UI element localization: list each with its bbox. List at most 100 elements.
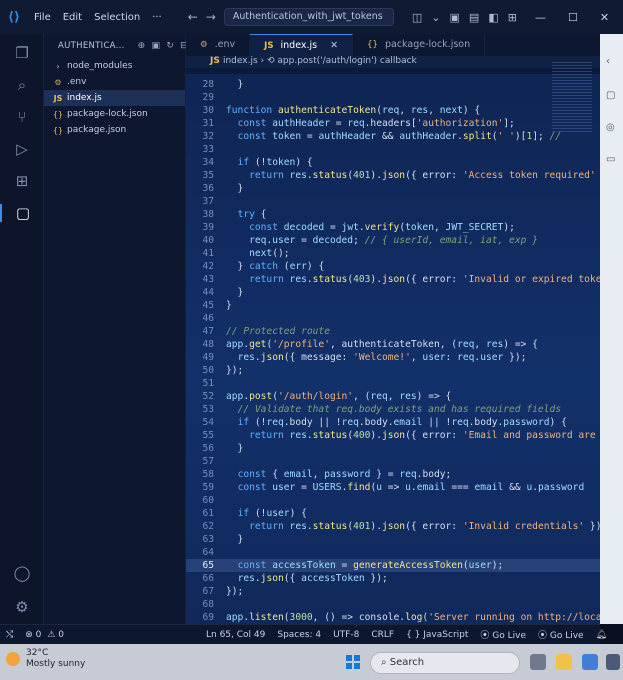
code-text[interactable]: return res.status(400).json({ error: 'Em… [226, 429, 600, 442]
code-text[interactable]: const user = USERS.find(u => u.email ===… [226, 481, 585, 494]
code-text[interactable]: // Protected route [226, 325, 330, 338]
code-line[interactable]: 62 return res.status(401).json({ error: … [186, 520, 600, 533]
code-line[interactable]: 28 } [186, 78, 600, 91]
code-line[interactable]: 56 } [186, 442, 600, 455]
code-text[interactable]: app.get('/profile', authenticateToken, (… [226, 338, 538, 351]
tab-env[interactable]: ⚙ .env [186, 34, 251, 56]
breadcrumb-symbol[interactable]: app.post('/auth/login') callback [277, 56, 416, 66]
code-line[interactable]: 68 [186, 598, 600, 611]
account-icon[interactable]: ◯ [0, 564, 44, 582]
code-line[interactable]: 67}); [186, 585, 600, 598]
code-text[interactable]: }); [226, 585, 243, 598]
go-live-button[interactable]: ⦿ Go Live [474, 628, 532, 641]
source-control-icon[interactable]: ⑂ [0, 108, 44, 126]
back-arrow-icon[interactable]: ← [188, 10, 198, 24]
layout-secondary-icon[interactable]: ◧ [488, 11, 498, 24]
menu-selection[interactable]: Selection [88, 12, 146, 23]
close-tab-icon[interactable]: ✕ [330, 40, 338, 51]
tab-package-lock[interactable]: {} package-lock.json [353, 34, 486, 56]
tree-item-package-lock[interactable]: {} package-lock.json [44, 106, 185, 122]
code-text[interactable]: const token = authHeader && authHeader.s… [226, 130, 562, 143]
code-text[interactable]: } [226, 286, 244, 299]
tab-index-js[interactable]: JS index.js ✕ [250, 34, 354, 56]
go-live-button-2[interactable]: ⦿ Go Live [532, 628, 590, 641]
menu-file[interactable]: File [28, 12, 57, 23]
tree-item-package-json[interactable]: {} package.json [44, 122, 185, 138]
code-editor[interactable]: 28 } 29 30 function authenticateToken(req, … [186, 74, 600, 624]
customize-layout-icon[interactable]: ⊞ [508, 11, 517, 24]
chevron-down-icon[interactable]: ⌄ [431, 11, 440, 24]
code-line[interactable]: 41 next(); [186, 247, 600, 260]
code-text[interactable]: const { email, password } = req.body; [226, 468, 452, 481]
code-line[interactable]: 45} [186, 299, 600, 312]
code-line[interactable]: 33 [186, 143, 600, 156]
tree-item-index-js[interactable]: JS index.js [44, 90, 185, 106]
code-line[interactable]: 29 [186, 91, 600, 104]
new-folder-icon[interactable]: ▣ [152, 41, 161, 51]
language-mode[interactable]: { } JavaScript [400, 630, 474, 640]
code-line[interactable]: 49 res.json({ message: 'Welcome!', user:… [186, 351, 600, 364]
code-line[interactable]: 40 req.user = decoded; // { userId, emai… [186, 234, 600, 247]
code-text[interactable]: res.json({ accessToken }); [226, 572, 388, 585]
code-line[interactable]: 43 return res.status(403).json({ error: … [186, 273, 600, 286]
cursor-position[interactable]: Ln 65, Col 49 [200, 630, 271, 640]
code-line[interactable]: 69 app.listen(3000, () => console.log('Se… [186, 611, 600, 624]
code-line[interactable]: 66 res.json({ accessToken }); [186, 572, 600, 585]
code-text[interactable]: const authHeader = req.headers['authoriz… [226, 117, 515, 130]
code-line[interactable]: 38 try { [186, 208, 600, 221]
minimap[interactable] [552, 62, 592, 132]
settings-gear-icon[interactable]: ⚙ [0, 598, 44, 616]
code-text[interactable]: }); [226, 364, 243, 377]
minimize-button[interactable]: — [535, 11, 546, 24]
search-icon[interactable]: ⌕ [0, 76, 44, 94]
code-text[interactable]: } [226, 299, 232, 312]
code-line[interactable]: 65 const accessToken = generateAccessTok… [186, 559, 600, 572]
command-center-search[interactable]: Authentication_with_jwt_tokens [223, 8, 394, 26]
code-line[interactable]: 36 } [186, 182, 600, 195]
close-button[interactable]: ✕ [600, 11, 609, 24]
extensions-icon[interactable]: ⊞ [0, 172, 44, 190]
code-text[interactable]: function authenticateToken(req, res, nex… [226, 104, 480, 117]
code-line[interactable]: 55 return res.status(400).json({ error: … [186, 429, 600, 442]
code-text[interactable]: req.user = decoded; // { userId, email, … [226, 234, 538, 247]
code-line[interactable]: 59 const user = USERS.find(u => u.email … [186, 481, 600, 494]
new-file-icon[interactable]: ⊕ [138, 41, 146, 51]
code-line[interactable]: 35 return res.status(401).json({ error: … [186, 169, 600, 182]
code-line[interactable]: 30 function authenticateToken(req, res, n… [186, 104, 600, 117]
code-text[interactable]: app.post('/auth/login', (req, res) => { [226, 390, 451, 403]
code-text[interactable]: const decoded = jwt.verify(token, JWT_SE… [226, 221, 515, 234]
code-line[interactable]: 31 const authHeader = req.headers['autho… [186, 117, 600, 130]
taskbar-search[interactable]: ⌕ Search [370, 652, 520, 674]
weather-widget[interactable]: 32°C Mostly sunny [6, 648, 85, 670]
windows-start-icon[interactable] [346, 655, 360, 669]
code-line[interactable]: 32 const token = authHeader && authHeade… [186, 130, 600, 143]
app-icon[interactable] [606, 654, 620, 670]
tree-item-node-modules[interactable]: › node_modules [44, 58, 185, 74]
remote-icon[interactable]: ⤭ [0, 630, 19, 640]
code-line[interactable]: 54 if (!req.body || !req.body.email || !… [186, 416, 600, 429]
code-line[interactable]: 63 } [186, 533, 600, 546]
code-text[interactable]: const accessToken = generateAccessToken(… [226, 559, 504, 572]
code-text[interactable]: } [226, 442, 244, 455]
layout-sidebar-icon[interactable]: ▣ [450, 11, 460, 24]
code-line[interactable]: 39 const decoded = jwt.verify(token, JWT… [186, 221, 600, 234]
refresh-icon[interactable]: ↻ [166, 41, 174, 51]
layout-panel-icon[interactable]: ▤ [469, 11, 479, 24]
code-text[interactable]: // Validate that req.body exists and has… [226, 403, 561, 416]
run-debug-icon[interactable]: ▷ [0, 140, 44, 158]
code-line[interactable]: 53 // Validate that req.body exists and … [186, 403, 600, 416]
code-text[interactable]: try { [226, 208, 267, 221]
code-text[interactable]: } [226, 182, 244, 195]
code-line[interactable]: 64 [186, 546, 600, 559]
code-text[interactable]: return res.status(403).json({ error: 'In… [226, 273, 600, 286]
code-text[interactable]: next(); [226, 247, 289, 260]
code-line[interactable]: 61 if (!user) { [186, 507, 600, 520]
code-text[interactable]: } [226, 533, 244, 546]
code-line[interactable]: 50}); [186, 364, 600, 377]
warnings-count[interactable]: ⚠ 0 [47, 630, 70, 640]
code-text[interactable]: if (!token) { [226, 156, 313, 169]
code-text[interactable]: if (!req.body || !req.body.email || !req… [226, 416, 567, 429]
code-text[interactable]: res.json({ message: 'Welcome!', user: re… [226, 351, 527, 364]
code-text[interactable]: if (!user) { [226, 507, 307, 520]
file-explorer-icon[interactable] [556, 654, 572, 670]
